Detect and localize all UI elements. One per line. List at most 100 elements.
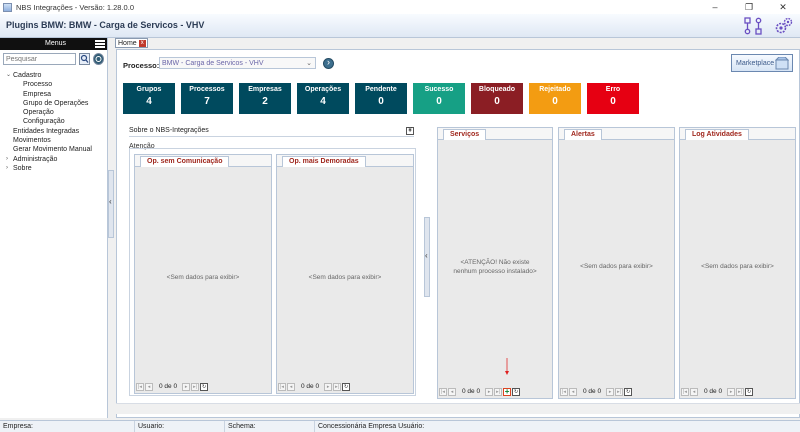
chevron-right-icon[interactable]: › [6, 155, 8, 164]
window-title: NBS Integrações - Versão: 1.28.0.0 [16, 2, 134, 12]
tree-item[interactable]: Configuração [0, 117, 108, 126]
status-tile[interactable]: Processos 7 [181, 83, 233, 114]
status-tile[interactable]: Rejeitado 0 [529, 83, 581, 114]
pager-next-button[interactable]: ▸ [182, 382, 191, 391]
status-tile[interactable]: Grupos 4 [123, 83, 175, 114]
tree-item[interactable]: Empresa [0, 90, 108, 99]
refresh-search-button[interactable] [93, 53, 104, 65]
refresh-button[interactable]: ↻ [624, 387, 633, 396]
pager-next-button[interactable]: ▸ [324, 382, 333, 391]
sidebar-collapse-handle[interactable] [108, 170, 114, 238]
status-tile[interactable]: Pendente 0 [355, 83, 407, 114]
close-window-button[interactable]: ✕ [766, 0, 800, 14]
tree-item[interactable]: Entidades Integradas [0, 127, 108, 136]
refresh-button[interactable]: ↻ [745, 387, 754, 396]
tree-item[interactable]: Movimentos [0, 136, 108, 145]
app-icon [3, 2, 12, 12]
refresh-button[interactable]: ↻ [200, 382, 209, 391]
status-tile[interactable]: Empresas 2 [239, 83, 291, 114]
refresh-icon [95, 56, 102, 62]
tab-log-atividades[interactable]: Log Atividades [685, 129, 749, 140]
status-tile[interactable]: Erro 0 [587, 83, 639, 114]
tab-servicos[interactable]: Serviços [443, 129, 487, 140]
pager-prev-button[interactable]: ◂ [448, 387, 456, 396]
status-tile-label: Bloqueado [478, 86, 516, 93]
pager-last-button[interactable]: ▸| [191, 382, 200, 391]
pager-text: 0 de 0 [704, 388, 723, 395]
panel-collapse-handle[interactable] [424, 217, 430, 297]
status-tile[interactable]: Sucesso 0 [413, 83, 465, 114]
tab-home-label: Home [118, 40, 137, 47]
expand-icon[interactable]: ¥ [406, 127, 414, 135]
pager-first-button[interactable]: |◂ [439, 387, 447, 396]
process-go-button[interactable] [323, 57, 334, 69]
status-tile-label: Pendente [365, 86, 397, 93]
pager-last-button[interactable]: ▸| [333, 382, 342, 391]
status-tile-value: 0 [436, 96, 442, 107]
pager-first-button[interactable]: |◂ [681, 387, 689, 396]
marketplace-label: Marketplace [736, 60, 775, 67]
tab-op-sem-comunicacao[interactable]: Op. sem Comunicação [140, 156, 230, 167]
tree-item-label: Movimentos [13, 137, 51, 145]
marketplace-button[interactable]: Marketplace [731, 54, 793, 72]
tab-home[interactable]: Home x [115, 38, 148, 48]
menu-tree: ⌄ Cadastro Processo Empresa Grupo de Operaçõ… [0, 71, 108, 173]
hamburger-menu-icon[interactable] [95, 40, 105, 48]
tree-item[interactable]: ⌄ Cadastro [0, 71, 108, 80]
chevron-right-icon[interactable]: › [6, 164, 8, 173]
status-tile-label: Erro [605, 86, 621, 93]
status-tile-label: Processos [189, 86, 225, 93]
pager-next-button[interactable]: ▸ [606, 387, 615, 396]
maximize-button[interactable]: ❐ [732, 0, 766, 14]
pager-next-button[interactable]: ▸ [727, 387, 736, 396]
status-tile-label: Sucesso [424, 86, 454, 93]
tab-op-mais-demoradas[interactable]: Op. mais Demoradas [282, 156, 366, 167]
add-button[interactable]: + [503, 387, 512, 396]
about-section[interactable]: Sobre o NBS-Integrações ¥ [129, 127, 414, 137]
empty-message: <ATENÇÃO! Não existe nenhum processo ins… [453, 259, 537, 275]
status-tile[interactable]: Bloqueado 0 [471, 83, 523, 114]
pager-next-button[interactable]: ▸ [485, 387, 494, 396]
horizontal-scrollbar[interactable] [116, 403, 800, 414]
tree-item[interactable]: Processo [0, 80, 108, 89]
pager-prev-button[interactable]: ◂ [569, 387, 577, 396]
workflow-icon[interactable] [744, 17, 762, 35]
tab-alertas[interactable]: Alertas [564, 129, 602, 140]
tab-strip: Home x [114, 38, 800, 49]
status-tile[interactable]: Operações 4 [297, 83, 349, 114]
pager-last-button[interactable]: ▸| [736, 387, 745, 396]
page-title: Plugins BMW: BMW - Carga de Servicos - V… [6, 20, 205, 30]
tree-item[interactable]: Grupo de Operações [0, 99, 108, 108]
tree-item-label: Empresa [23, 90, 52, 98]
tree-item[interactable]: › Administração [0, 155, 108, 164]
pager-first-button[interactable]: |◂ [136, 382, 144, 391]
search-input[interactable] [3, 53, 76, 65]
minimize-button[interactable]: – [698, 0, 732, 14]
pager-text: 0 de 0 [583, 388, 602, 395]
chevron-down-icon[interactable]: ⌄ [6, 71, 11, 80]
tree-item[interactable]: Operação [0, 108, 108, 117]
status-tile-label: Grupos [136, 86, 162, 93]
status-schema: Schema: [225, 421, 315, 432]
search-button[interactable] [79, 53, 90, 65]
refresh-button[interactable]: ↻ [512, 387, 521, 396]
tree-item[interactable]: › Sobre [0, 164, 108, 173]
pager-last-button[interactable]: ▸| [615, 387, 624, 396]
tree-item-label: Cadastro [13, 72, 42, 79]
tab-close-icon[interactable]: x [138, 40, 146, 47]
process-select[interactable]: BMW - Carga de Servicos - VHV ⌄ [159, 57, 316, 69]
pager-first-button[interactable]: |◂ [560, 387, 568, 396]
pager: |◂ ◂ 0 de 0 ▸ ▸| ↻ [560, 386, 673, 397]
pager-text: 0 de 0 [301, 383, 320, 390]
process-select-value: BMW - Carga de Servicos - VHV [162, 60, 264, 67]
tree-item[interactable]: Gerar Movimento Manual [0, 145, 108, 154]
pager-prev-button[interactable]: ◂ [145, 382, 153, 391]
pager-prev-button[interactable]: ◂ [690, 387, 698, 396]
pager-last-button[interactable]: ▸| [494, 387, 503, 396]
pager-first-button[interactable]: |◂ [278, 382, 286, 391]
tree-item-label: Administração [13, 155, 58, 163]
refresh-button[interactable]: ↻ [342, 382, 351, 391]
pager-prev-button[interactable]: ◂ [287, 382, 295, 391]
status-concessionaria: Concessionária Empresa Usuário: [318, 423, 425, 430]
gears-icon[interactable] [775, 17, 793, 35]
